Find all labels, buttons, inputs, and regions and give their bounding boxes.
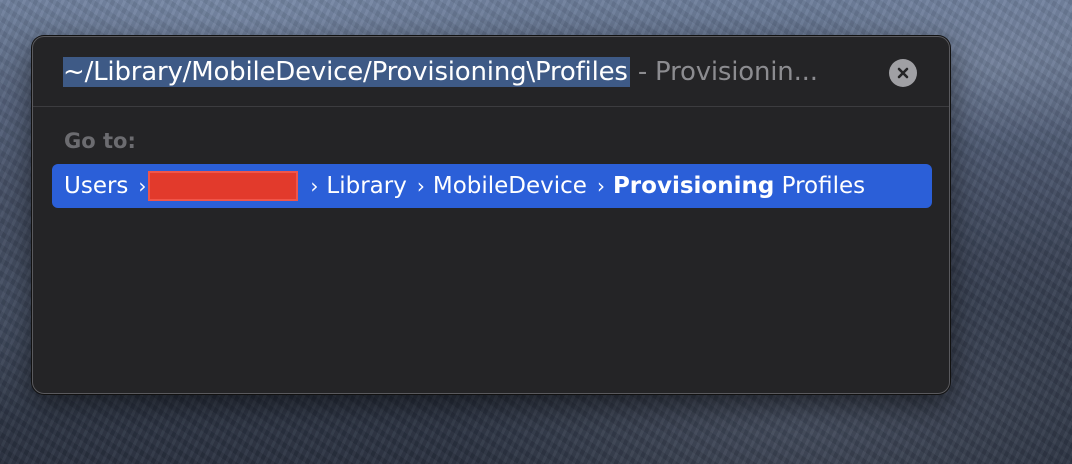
chevron-right-icon: › (138, 174, 147, 198)
chevron-right-icon: › (416, 174, 425, 198)
result-row-selected[interactable]: Users › › Library › MobileDevice › Provi… (52, 164, 932, 208)
redacted-username (148, 171, 299, 201)
clear-button[interactable] (889, 59, 917, 87)
crumb-match-bold: Provisioning (612, 173, 775, 199)
path-input-value[interactable]: ~/Library/MobileDevice/Provisioning\Prof… (63, 57, 630, 87)
search-row: ~/Library/MobileDevice/Provisioning\Prof… (33, 37, 949, 107)
crumb-users: Users (64, 173, 129, 199)
crumb-provisioning-profiles: Provisioning Profiles (613, 173, 865, 199)
path-input[interactable]: ~/Library/MobileDevice/Provisioning\Prof… (63, 53, 818, 91)
xmark-circle-icon (897, 67, 909, 79)
chevron-right-icon: › (596, 174, 605, 198)
crumb-library: Library (326, 173, 407, 199)
chevron-right-icon: › (310, 174, 319, 198)
go-to-folder-panel: ~/Library/MobileDevice/Provisioning\Prof… (32, 36, 950, 394)
path-completion-hint: - Provisionin... (629, 57, 818, 87)
desktop-background: ~/Library/MobileDevice/Provisioning\Prof… (0, 0, 1072, 464)
crumb-mobiledevice: MobileDevice (432, 173, 587, 199)
crumb-match-rest: Profiles (774, 173, 866, 199)
go-to-label: Go to: (64, 129, 136, 153)
